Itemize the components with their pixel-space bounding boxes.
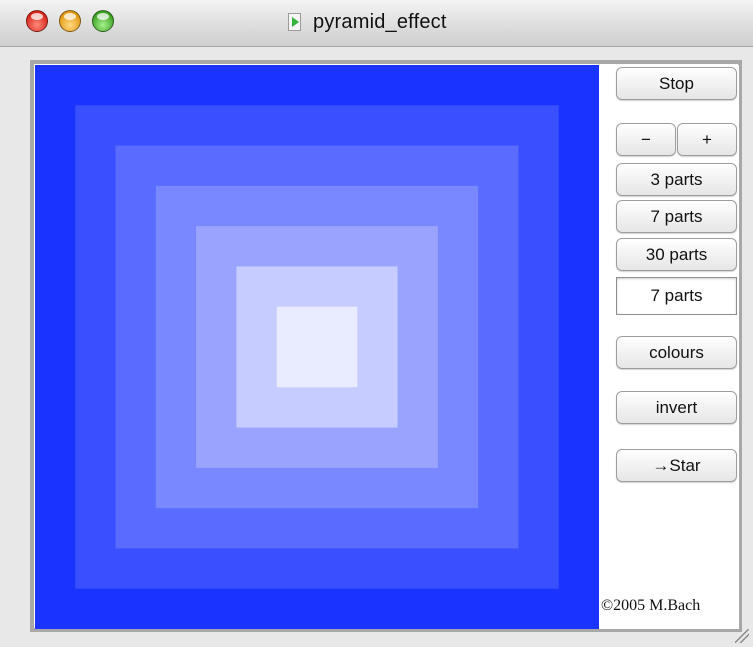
pyramid-canvas[interactable] — [35, 65, 599, 629]
star-button[interactable]: →Star — [616, 449, 737, 482]
invert-button[interactable]: invert — [616, 391, 737, 424]
title-bar[interactable]: pyramid_effect — [0, 0, 753, 47]
pyramid-level-7 — [276, 306, 358, 388]
stop-button[interactable]: Stop — [616, 67, 737, 100]
decrease-parts-button[interactable]: − — [616, 123, 676, 156]
control-panel: Stop − + 3 parts 7 parts 30 parts 7 part… — [599, 65, 739, 629]
preset-7-parts-button[interactable]: 7 parts — [616, 200, 737, 233]
document-icon — [288, 13, 301, 31]
resize-grip-icon[interactable] — [735, 629, 749, 643]
window-title: pyramid_effect — [313, 10, 447, 33]
colours-button[interactable]: colours — [616, 336, 737, 369]
window-title-group: pyramid_effect — [288, 9, 447, 35]
preset-30-parts-button[interactable]: 30 parts — [616, 238, 737, 271]
current-parts-field[interactable]: 7 parts — [616, 277, 737, 315]
copyright-text: ©2005 M.Bach — [601, 597, 701, 614]
app-window: pyramid_effect Stop − + 3 parts 7 parts … — [0, 0, 753, 647]
minimize-window-icon[interactable] — [59, 10, 81, 32]
pyramid-svg — [35, 65, 599, 629]
preset-3-parts-button[interactable]: 3 parts — [616, 163, 737, 196]
close-window-icon[interactable] — [26, 10, 48, 32]
increase-parts-button[interactable]: + — [677, 123, 737, 156]
zoom-window-icon[interactable] — [92, 10, 114, 32]
